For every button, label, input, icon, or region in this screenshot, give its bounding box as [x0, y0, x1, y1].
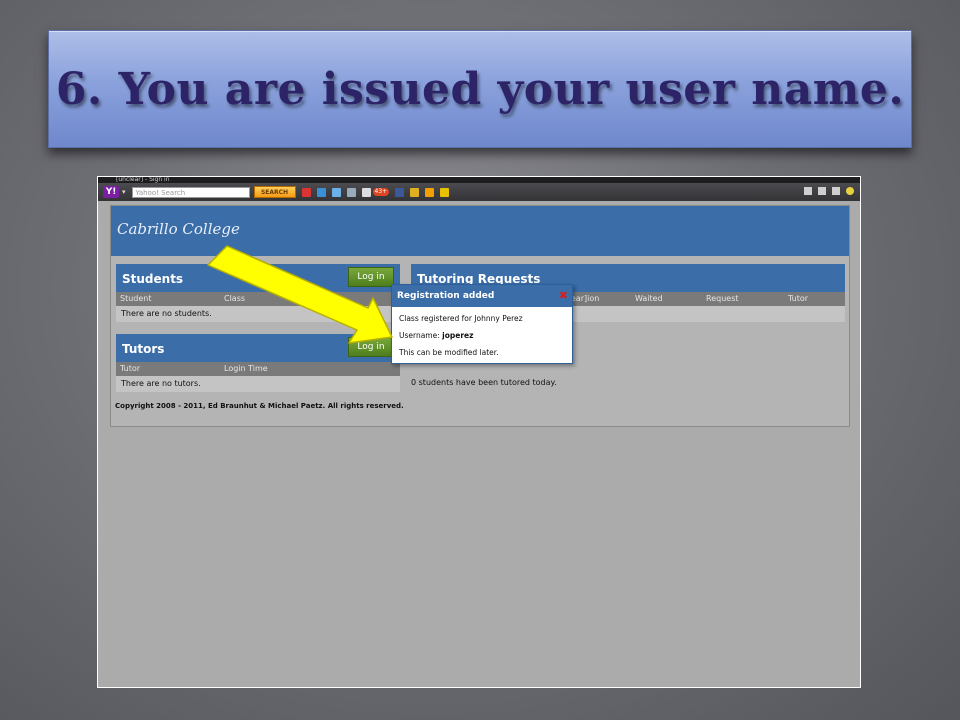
yellow-arrow-icon [207, 245, 393, 344]
arrow-shape [207, 245, 393, 344]
